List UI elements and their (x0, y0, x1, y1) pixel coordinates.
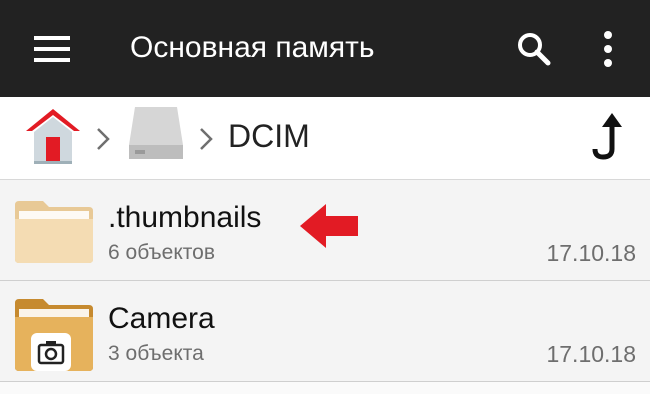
camera-folder-icon (15, 299, 93, 371)
home-icon[interactable] (22, 105, 84, 165)
folder-icon (15, 201, 93, 263)
breadcrumb-current-folder[interactable]: DCIM (228, 116, 310, 156)
page-title: Основная память (130, 31, 375, 64)
more-vert-icon[interactable] (598, 30, 618, 68)
list-item[interactable]: .thumbnails 6 объектов 17.10.18 (0, 180, 650, 281)
list-item[interactable]: Camera 3 объекта 17.10.18 (0, 281, 650, 382)
app-bar: Основная память (0, 0, 650, 97)
chevron-right-icon (200, 128, 213, 150)
modified-date: 17.10.18 (546, 240, 636, 266)
chevron-right-icon (97, 128, 110, 150)
search-icon[interactable] (514, 30, 554, 68)
breadcrumb: DCIM (0, 97, 650, 180)
storage-drive-icon[interactable] (127, 105, 185, 161)
file-name: Camera (108, 302, 215, 335)
red-arrow-icon (300, 204, 358, 248)
file-name: .thumbnails (108, 201, 262, 234)
navigate-up-icon[interactable] (590, 113, 624, 161)
item-count: 6 объектов (108, 241, 215, 264)
item-count: 3 объекта (108, 342, 204, 365)
modified-date: 17.10.18 (546, 341, 636, 367)
hamburger-menu-icon[interactable] (34, 36, 70, 62)
